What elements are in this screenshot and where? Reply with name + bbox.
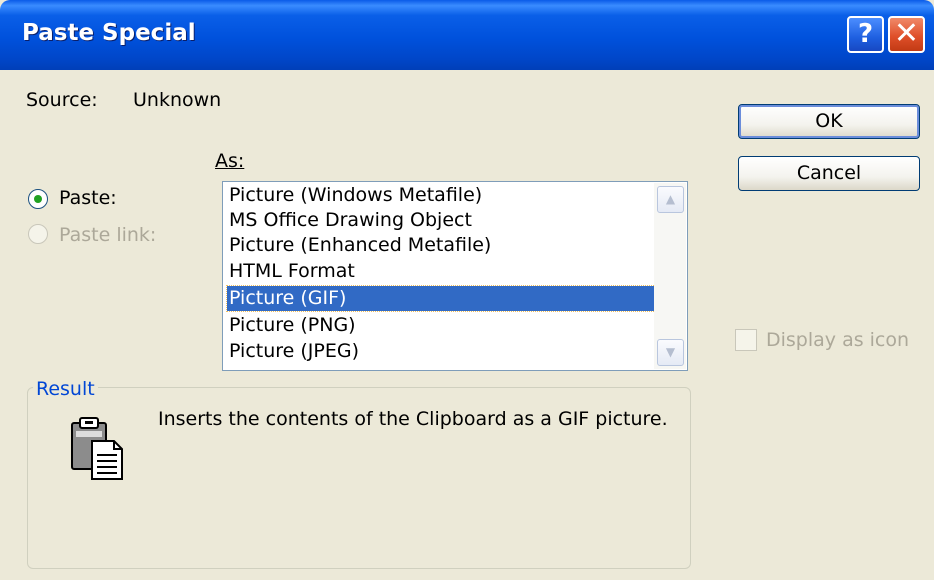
list-scrollbar[interactable]: ▲ ▼ xyxy=(654,183,686,369)
help-icon: ? xyxy=(857,19,874,49)
list-item[interactable]: Picture (Enhanced Metafile) xyxy=(227,233,491,258)
result-description: Inserts the contents of the Clipboard as… xyxy=(158,408,668,430)
list-item[interactable]: Picture (Windows Metafile) xyxy=(227,183,482,208)
window-title: Paste Special xyxy=(22,20,196,46)
scroll-down-button[interactable]: ▼ xyxy=(657,339,684,366)
source-label: Source: xyxy=(26,89,98,111)
close-icon: ✕ xyxy=(893,16,920,51)
close-button[interactable]: ✕ xyxy=(888,16,925,53)
list-item[interactable]: HTML Format xyxy=(227,259,355,284)
list-item[interactable]: MS Office Drawing Object xyxy=(227,208,472,233)
clipboard-paste-icon xyxy=(71,417,123,480)
paste-radio-label[interactable]: Paste: xyxy=(59,187,117,209)
arrow-up-icon: ▲ xyxy=(665,192,676,206)
paste-radio[interactable] xyxy=(28,189,48,209)
list-item[interactable]: Picture (PNG) xyxy=(227,313,356,338)
source-value: Unknown xyxy=(133,89,222,111)
list-item[interactable]: Picture (JPEG) xyxy=(227,339,359,364)
title-bar[interactable]: Paste Special ? ✕ xyxy=(0,0,934,70)
cancel-button[interactable]: Cancel xyxy=(738,156,920,191)
display-as-icon-checkbox[interactable] xyxy=(735,329,757,351)
ok-button[interactable]: OK xyxy=(738,104,920,139)
display-as-icon-label[interactable]: Display as icon xyxy=(766,329,909,351)
arrow-down-icon: ▼ xyxy=(665,345,676,359)
scroll-up-button[interactable]: ▲ xyxy=(657,186,684,213)
format-listbox[interactable]: Picture (Windows Metafile) MS Office Dra… xyxy=(222,181,688,371)
paste-link-radio-label[interactable]: Paste link: xyxy=(59,224,156,246)
paste-link-radio[interactable] xyxy=(28,224,48,244)
as-label: As: xyxy=(215,150,245,172)
list-item-selected[interactable]: Picture (GIF) xyxy=(226,285,656,312)
help-button[interactable]: ? xyxy=(847,16,884,53)
result-legend: Result xyxy=(33,378,98,400)
